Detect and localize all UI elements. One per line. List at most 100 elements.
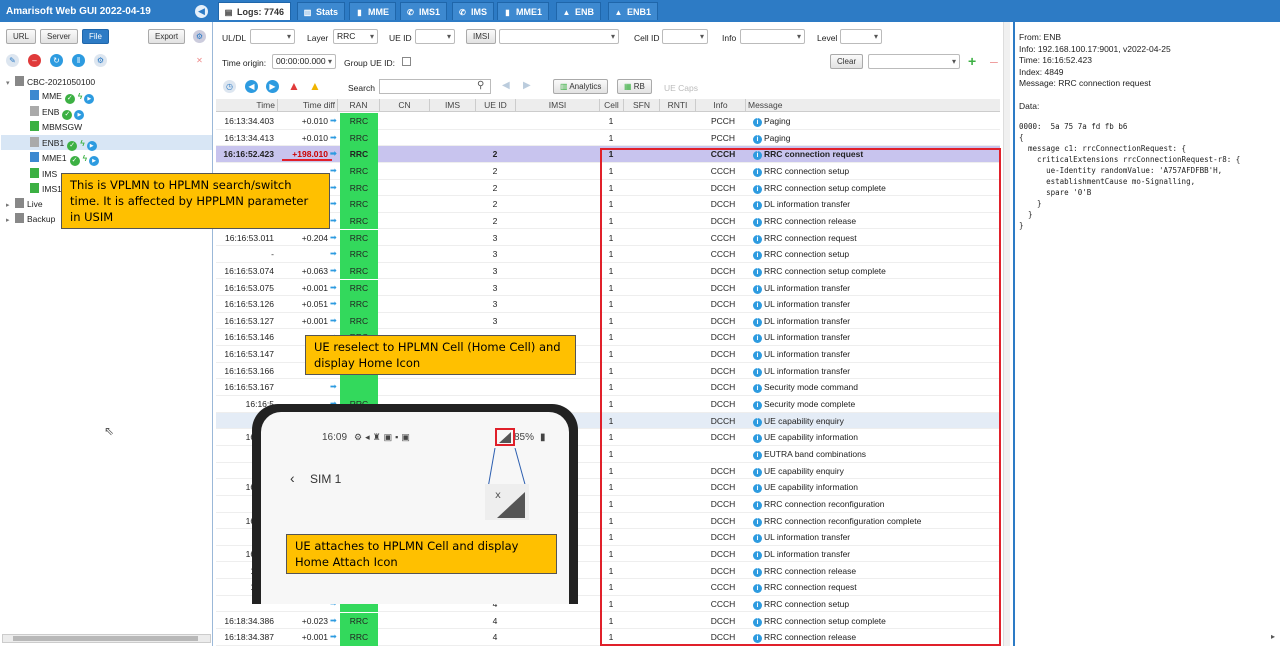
tree-group-live[interactable]: ▸ Live [6,198,43,212]
app-title: Amarisoft Web GUI 2022-04-19 [6,6,151,17]
tree-root[interactable]: ▾ CBC-2021050100 [6,76,95,90]
antenna-icon: ▲ [562,8,571,17]
tab-enb1[interactable]: ▲ ENB1 [608,2,659,20]
cell-ran: RRC [340,629,378,646]
cell-time-diff: +0.001 [301,632,328,643]
scroll-right-icon[interactable]: ▸ [1271,632,1275,641]
tree-item-mbmsgw[interactable]: MBMSGW [30,121,82,134]
col-sfn[interactable]: SFN [624,99,660,112]
pause-icon[interactable]: ‖ [72,54,85,67]
tab-ims1[interactable]: ✆ IMS1 [400,2,448,20]
warning-icon[interactable]: ▲ [309,79,321,93]
tree-item-mme[interactable]: MME ✓ ϟ ▶ [30,90,95,104]
tree-item-enb[interactable]: ENB ✓ ▶ [30,106,85,120]
table-row[interactable]: 16:13:34.413 +0.010 ➡ RRC 1 PCCH i Paging [216,129,1000,147]
detail-from: From: ENB [1019,32,1062,42]
wrench-icon[interactable]: ✎ [6,54,19,67]
play-icon[interactable]: ▶ [84,94,95,104]
cell-ran: RRC [340,279,378,297]
filter-select[interactable] [868,54,960,69]
chevron-left-icon[interactable]: ◀ [195,5,208,18]
arrow-left-icon[interactable]: ◀ [245,80,258,93]
binoculars-icon[interactable]: ⚲ [477,80,484,91]
tab-stats[interactable]: ▥ Stats [297,2,346,20]
col-ueid[interactable]: UE ID [476,99,516,112]
tree-item-ims[interactable]: IMS [30,168,57,181]
col-time[interactable]: Time [216,99,278,112]
table-row[interactable]: 16:13:34.403 +0.010 ➡ RRC 1 PCCH i Paging [216,113,1000,130]
cell-message: i Paging [753,130,790,146]
refresh-icon[interactable]: ↻ [50,54,63,67]
col-imsi[interactable]: IMSI [516,99,600,112]
imsi-button[interactable]: IMSI [466,29,497,44]
search-input[interactable] [379,79,491,94]
cell-time: - [271,249,274,260]
col-cn[interactable]: CN [380,99,430,112]
ueid-select[interactable] [415,29,455,44]
cell-ran: RRC [340,212,378,230]
tab-mme1[interactable]: ▮ MME1 [497,2,550,20]
cell-ue-id: 3 [492,282,498,293]
col-rnti[interactable]: RNTI [660,99,696,112]
info-select[interactable] [740,29,805,44]
tree-group-backup[interactable]: ▸ Backup [6,213,55,227]
chart-icon: ▥ [303,8,312,17]
col-ims[interactable]: IMS [430,99,476,112]
server-button[interactable]: Server [40,29,78,44]
cell-message: i Paging [753,113,790,129]
col-info[interactable]: Info [696,99,746,112]
col-message[interactable]: Message [746,99,1000,112]
rb-button[interactable]: ▦ RB [617,79,652,94]
tree-item-enb1[interactable]: ENB1 ✓ ϟ ▶ [30,137,97,151]
tab-logs[interactable]: ▤ Logs: 7746 [218,2,292,20]
tree-item-mme1[interactable]: MME1 ✓ ϟ ▶ [30,152,100,166]
log-scrollbar[interactable] [1003,22,1010,646]
export-button[interactable]: Export [148,29,186,44]
clear-button[interactable]: Clear [830,54,864,69]
url-button[interactable]: URL [6,29,37,44]
cell-ue-id: 2 [492,182,498,193]
message-text: Paging [764,132,791,143]
col-time-diff[interactable]: Time diff [278,99,338,112]
add-icon[interactable]: + [968,54,976,68]
tab-mme[interactable]: ▮ MME [349,2,396,20]
level-select[interactable] [840,29,882,44]
cell-ran: RRC [340,129,378,147]
tab-ims[interactable]: ✆ IMS [452,2,495,20]
group-ueid-checkbox[interactable] [402,57,411,66]
cell-time: 16:16:53.147 [224,349,274,360]
next-icon[interactable]: ▶ [523,80,531,91]
time-origin-input[interactable]: 00:00:00.000 [272,54,336,69]
phone-icon [30,168,39,178]
mouse-cursor-icon: ⇖ [104,424,115,438]
uecaps-button[interactable]: UE Caps [664,83,698,93]
play-icon[interactable]: ▶ [86,141,97,151]
imsi-select[interactable] [499,29,619,44]
cell-ran: RRC [340,262,378,280]
cell-ue-id: 3 [492,249,498,260]
prev-icon[interactable]: ◀ [502,80,510,91]
cell-ran: RRC [340,162,378,180]
layer-select[interactable]: RRC [333,29,378,44]
stop-icon[interactable]: – [28,54,41,67]
error-icon[interactable]: ▲ [288,79,300,93]
clock-icon[interactable]: ◷ [223,80,236,93]
play-icon[interactable]: ▶ [89,156,100,166]
col-cell[interactable]: Cell [600,99,624,112]
sidebar-scrollbar[interactable] [2,634,211,643]
file-button[interactable]: File [82,29,109,44]
cellid-select[interactable] [662,29,708,44]
settings-icon[interactable]: ⚙ [193,30,206,43]
delete-icon[interactable]: ✕ [193,54,206,67]
settings-icon[interactable]: ⚙ [94,54,107,67]
tree-item-ims1[interactable]: IMS1 [30,183,62,196]
back-arrow-icon[interactable]: ‹ [290,470,295,486]
col-ran[interactable]: RAN [338,99,380,112]
analytics-button[interactable]: ▥ Analytics [553,79,609,94]
play-icon[interactable]: ▶ [74,110,85,120]
tab-enb[interactable]: ▲ ENB [556,2,602,20]
arrow-right-icon[interactable]: ▶ [266,80,279,93]
uldl-select[interactable] [250,29,295,44]
remove-icon[interactable]: – [990,54,998,68]
cell-time-diff: +0.010 [301,116,328,126]
